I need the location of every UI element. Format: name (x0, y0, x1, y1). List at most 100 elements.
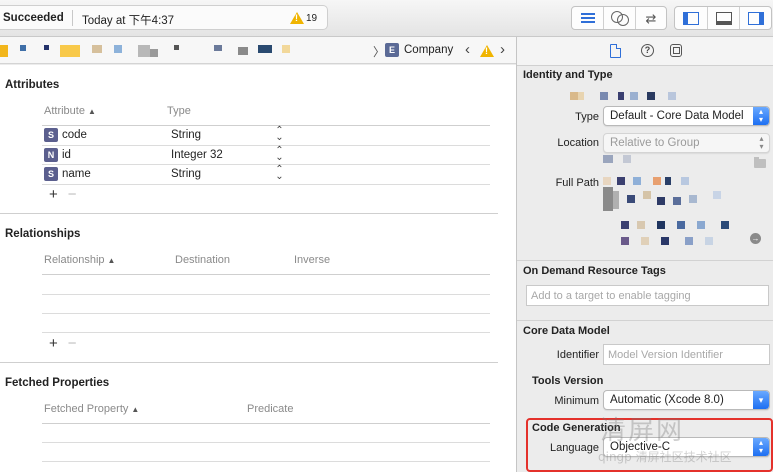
assistant-editor-button[interactable] (604, 7, 636, 29)
relationships-header-divider (42, 274, 490, 275)
utilities-inspector: ? Identity and Type Type Default - Core … (516, 37, 773, 472)
popup-arrows-icon: ▴ ▾ (753, 107, 769, 125)
type-popup-arrows-icon[interactable]: ⌃ ⌄ (275, 126, 284, 143)
attribute-name[interactable]: id (62, 149, 71, 161)
location-value: Relative to Group (610, 137, 700, 149)
fetched-property-column-header[interactable]: Fetched Property ▲ (44, 403, 139, 415)
resource-tags-field[interactable]: Add to a target to enable tagging (526, 285, 769, 306)
file-inspector-icon[interactable] (610, 44, 621, 58)
fetched-property-column-label: Fetched Property (44, 403, 129, 415)
warning-icon[interactable] (290, 12, 304, 24)
navigator-panel-icon (683, 11, 699, 25)
toggle-navigator-button[interactable] (675, 7, 708, 29)
row-divider (42, 332, 490, 333)
version-editor-button[interactable]: ⇄ (636, 7, 666, 29)
section-divider (0, 362, 498, 363)
issue-warning-icon[interactable] (480, 45, 494, 57)
panel-visibility-control (674, 6, 772, 30)
destination-column-header[interactable]: Destination (175, 254, 230, 266)
reveal-in-finder-icon[interactable]: → (750, 233, 761, 244)
dropdown-chevron-icon: ▾ (753, 391, 769, 409)
attribute-name[interactable]: name (62, 168, 91, 180)
sort-ascending-icon: ▲ (87, 107, 96, 116)
minimum-label: Minimum (554, 395, 599, 407)
section-divider (0, 213, 498, 214)
inverse-column-header[interactable]: Inverse (294, 254, 330, 266)
inspector-divider (517, 320, 773, 321)
attributes-section-title: Attributes (5, 79, 60, 91)
build-time-text: Today at 下午4:37 (82, 15, 175, 27)
add-relationship-button[interactable]: + (49, 335, 58, 352)
entity-icon: E (385, 43, 399, 57)
toggle-debug-area-button[interactable] (708, 7, 740, 29)
add-attribute-button[interactable]: + (49, 186, 58, 203)
attribute-type[interactable]: Integer 32 (171, 149, 223, 161)
version-editor-icon: ⇄ (645, 10, 657, 26)
tools-version-value: Automatic (Xcode 8.0) (610, 394, 724, 406)
relationship-column-label: Relationship (44, 254, 105, 266)
utilities-panel-icon (747, 11, 764, 25)
inspector-tab-bar: ? (517, 37, 773, 66)
string-type-icon: S (44, 128, 58, 142)
object-library-icon[interactable] (670, 44, 682, 57)
fetched-header-divider (42, 423, 490, 424)
assistant-editor-icon (610, 11, 629, 26)
row-divider (42, 461, 490, 462)
location-label: Location (557, 137, 599, 149)
attribute-row-code[interactable]: S code String ⌃ ⌄ (42, 126, 490, 145)
core-data-model-section-title: Core Data Model (523, 325, 610, 337)
debug-panel-icon (715, 11, 732, 25)
attribute-row-id[interactable]: N id Integer 32 ⌃ ⌄ (42, 146, 490, 165)
standard-editor-icon (580, 13, 595, 23)
full-path-label: Full Path (555, 177, 599, 189)
row-divider (42, 294, 490, 295)
attribute-column-header[interactable]: Attribute ▲ (44, 105, 96, 117)
identity-type-section-title: Identity and Type (523, 69, 613, 81)
activity-status-bar[interactable]: Succeeded Today at 下午4:37 19 (0, 5, 328, 30)
annotation-highlight-box (526, 418, 773, 472)
attribute-column-label: Attribute (44, 105, 85, 117)
type-column-header[interactable]: Type (167, 105, 191, 117)
relationships-section-title: Relationships (5, 228, 81, 240)
location-popup[interactable]: Relative to Group ▴ ▾ (603, 133, 770, 153)
toggle-utilities-button[interactable] (740, 7, 771, 29)
quick-help-icon[interactable]: ? (641, 44, 654, 57)
remove-attribute-button[interactable]: − (68, 186, 77, 203)
relationship-add-remove: + − (49, 335, 77, 352)
file-type-popup[interactable]: Default - Core Data Model ▴ ▾ (603, 106, 770, 126)
attribute-type[interactable]: String (171, 129, 201, 141)
attribute-add-remove: + − (49, 186, 77, 203)
attribute-type[interactable]: String (171, 168, 201, 180)
previous-issue-chevron-icon[interactable]: ‹ (465, 41, 470, 58)
type-popup-arrows-icon[interactable]: ⌃ ⌄ (275, 146, 284, 163)
next-issue-chevron-icon[interactable]: › (500, 41, 505, 58)
attribute-name[interactable]: code (62, 129, 87, 141)
popup-arrows-icon: ▴ ▾ (759, 134, 764, 151)
warning-count[interactable]: 19 (306, 13, 317, 24)
row-divider (42, 442, 490, 443)
data-model-editor: Attributes Attribute ▲ Type S code String… (0, 65, 516, 472)
predicate-column-header[interactable]: Predicate (247, 403, 293, 415)
tools-version-popup[interactable]: Automatic (Xcode 8.0) ▾ (603, 390, 770, 410)
breadcrumb-entity-company[interactable]: Company (404, 44, 453, 56)
choose-location-folder-icon[interactable] (754, 157, 766, 168)
identifier-label: Identifier (556, 349, 599, 361)
inspector-divider (517, 260, 773, 261)
relationship-column-header[interactable]: Relationship ▲ (44, 254, 115, 266)
standard-editor-button[interactable] (572, 7, 604, 29)
status-divider (72, 10, 73, 26)
window-toolbar: Succeeded Today at 下午4:37 19 ⇄ (0, 0, 773, 37)
build-status-text: Succeeded (3, 12, 64, 24)
type-popup-arrows-icon[interactable]: ⌃ ⌄ (275, 165, 284, 182)
tools-version-section-title: Tools Version (532, 375, 604, 387)
number-type-icon: N (44, 148, 58, 162)
breadcrumb-chevron-icon: 〉 (373, 45, 386, 59)
sort-ascending-icon: ▲ (107, 256, 116, 265)
fetched-properties-section-title: Fetched Properties (5, 377, 110, 389)
string-type-icon: S (44, 167, 58, 181)
attribute-row-name[interactable]: S name String ⌃ ⌄ (42, 165, 490, 184)
row-divider (42, 184, 490, 185)
model-version-identifier-field[interactable]: Model Version Identifier (603, 344, 770, 365)
resource-tags-section-title: On Demand Resource Tags (523, 265, 666, 277)
remove-relationship-button[interactable]: − (68, 335, 77, 352)
